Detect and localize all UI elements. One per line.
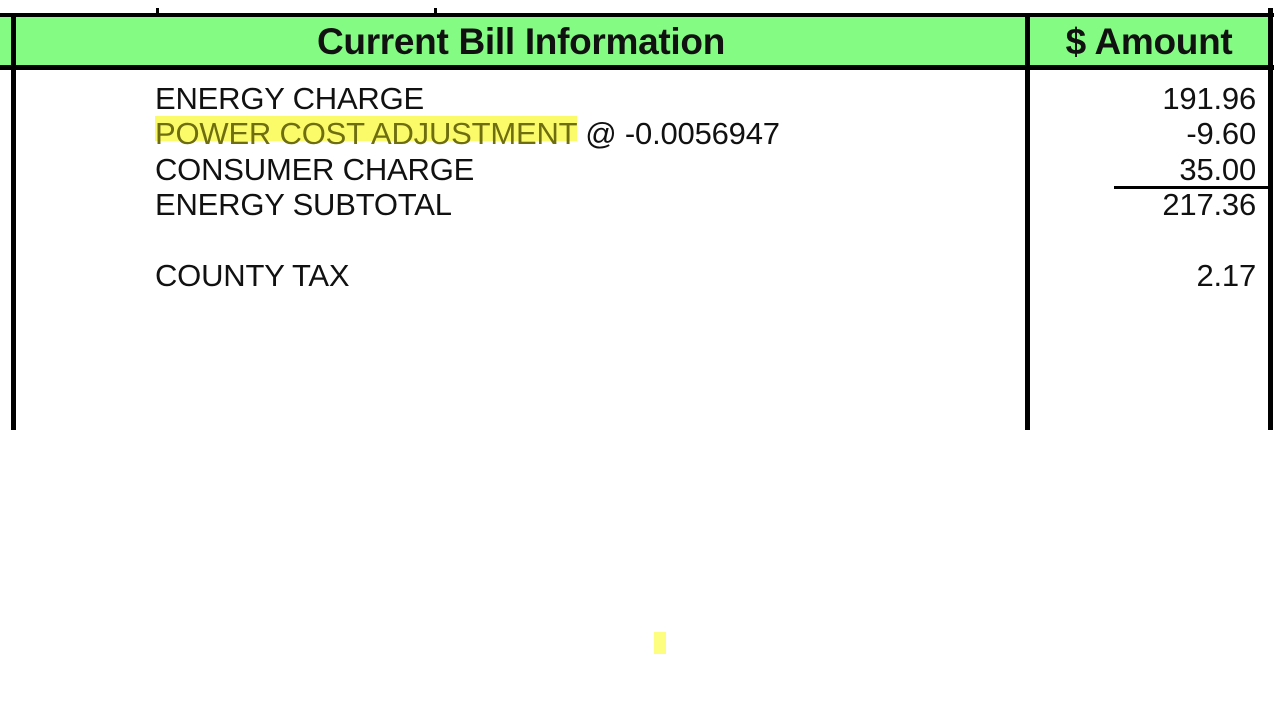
line-item-amount: -9.60 — [1186, 116, 1256, 151]
subtotal-label: ENERGY SUBTOTAL — [155, 187, 452, 222]
highlight-mark — [654, 632, 666, 654]
table-left-border — [11, 13, 16, 430]
column-divider — [1025, 13, 1030, 430]
table-right-border — [1268, 8, 1273, 430]
line-item-amount: 35.00 — [1179, 152, 1256, 187]
line-item-description: CONSUMER CHARGE — [155, 152, 475, 187]
line-item-description: POWER COST ADJUSTMENT @ -0.0056947 — [155, 116, 780, 152]
line-item-description: ENERGY CHARGE — [155, 81, 424, 116]
table-top-border — [0, 13, 1274, 17]
amount-column-header: $ Amount — [1065, 21, 1233, 62]
line-item-description: COUNTY TAX — [155, 258, 350, 293]
line-item-rate: @ -0.0056947 — [585, 116, 780, 151]
subtotal-amount: 217.36 — [1162, 187, 1256, 222]
line-item-amount: 191.96 — [1162, 81, 1256, 116]
description-column-header: Current Bill Information — [316, 21, 726, 62]
highlighted-text: POWER COST ADJUSTMENT — [155, 116, 577, 151]
line-item-amount: 2.17 — [1196, 258, 1256, 293]
